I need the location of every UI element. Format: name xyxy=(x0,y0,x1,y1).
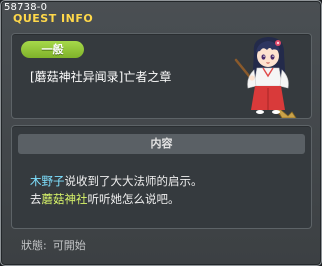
content-line-2: 去蘑菇神社听听她怎么说吧。 xyxy=(30,190,300,208)
npc-portrait-icon xyxy=(234,37,297,118)
category-badge: 一般 xyxy=(21,41,84,58)
quest-summary-panel: 一般 [蘑菇神社异闻录]亡者之章 xyxy=(11,33,312,119)
window-title: QUEST INFO xyxy=(13,12,94,25)
quest-info-window: 58738-0 QUEST INFO 一般 [蘑菇神社异闻录]亡者之章 内容 木… xyxy=(0,0,322,266)
quest-name: [蘑菇神社异闻录]亡者之章 xyxy=(30,70,172,84)
content-text: 听听她怎么说吧。 xyxy=(87,192,180,206)
content-body: 木野子说收到了大大法师的启示。 去蘑菇神社听听她怎么说吧。 xyxy=(30,172,300,208)
map-name-link: 蘑菇神社 xyxy=(41,192,88,206)
content-line-1: 木野子说收到了大大法师的启示。 xyxy=(30,172,300,190)
status-label: 狀態: xyxy=(21,239,47,252)
content-text: 去 xyxy=(30,192,42,206)
content-header: 内容 xyxy=(18,134,305,154)
npc-name-link: 木野子 xyxy=(30,174,65,188)
quest-content-panel: 内容 木野子说收到了大大法师的启示。 去蘑菇神社听听她怎么说吧。 xyxy=(11,125,312,229)
quest-status: 狀態: 可開始 xyxy=(21,239,92,252)
content-text: 说收到了大大法师的启示。 xyxy=(64,174,203,188)
status-value: 可開始 xyxy=(52,239,86,252)
